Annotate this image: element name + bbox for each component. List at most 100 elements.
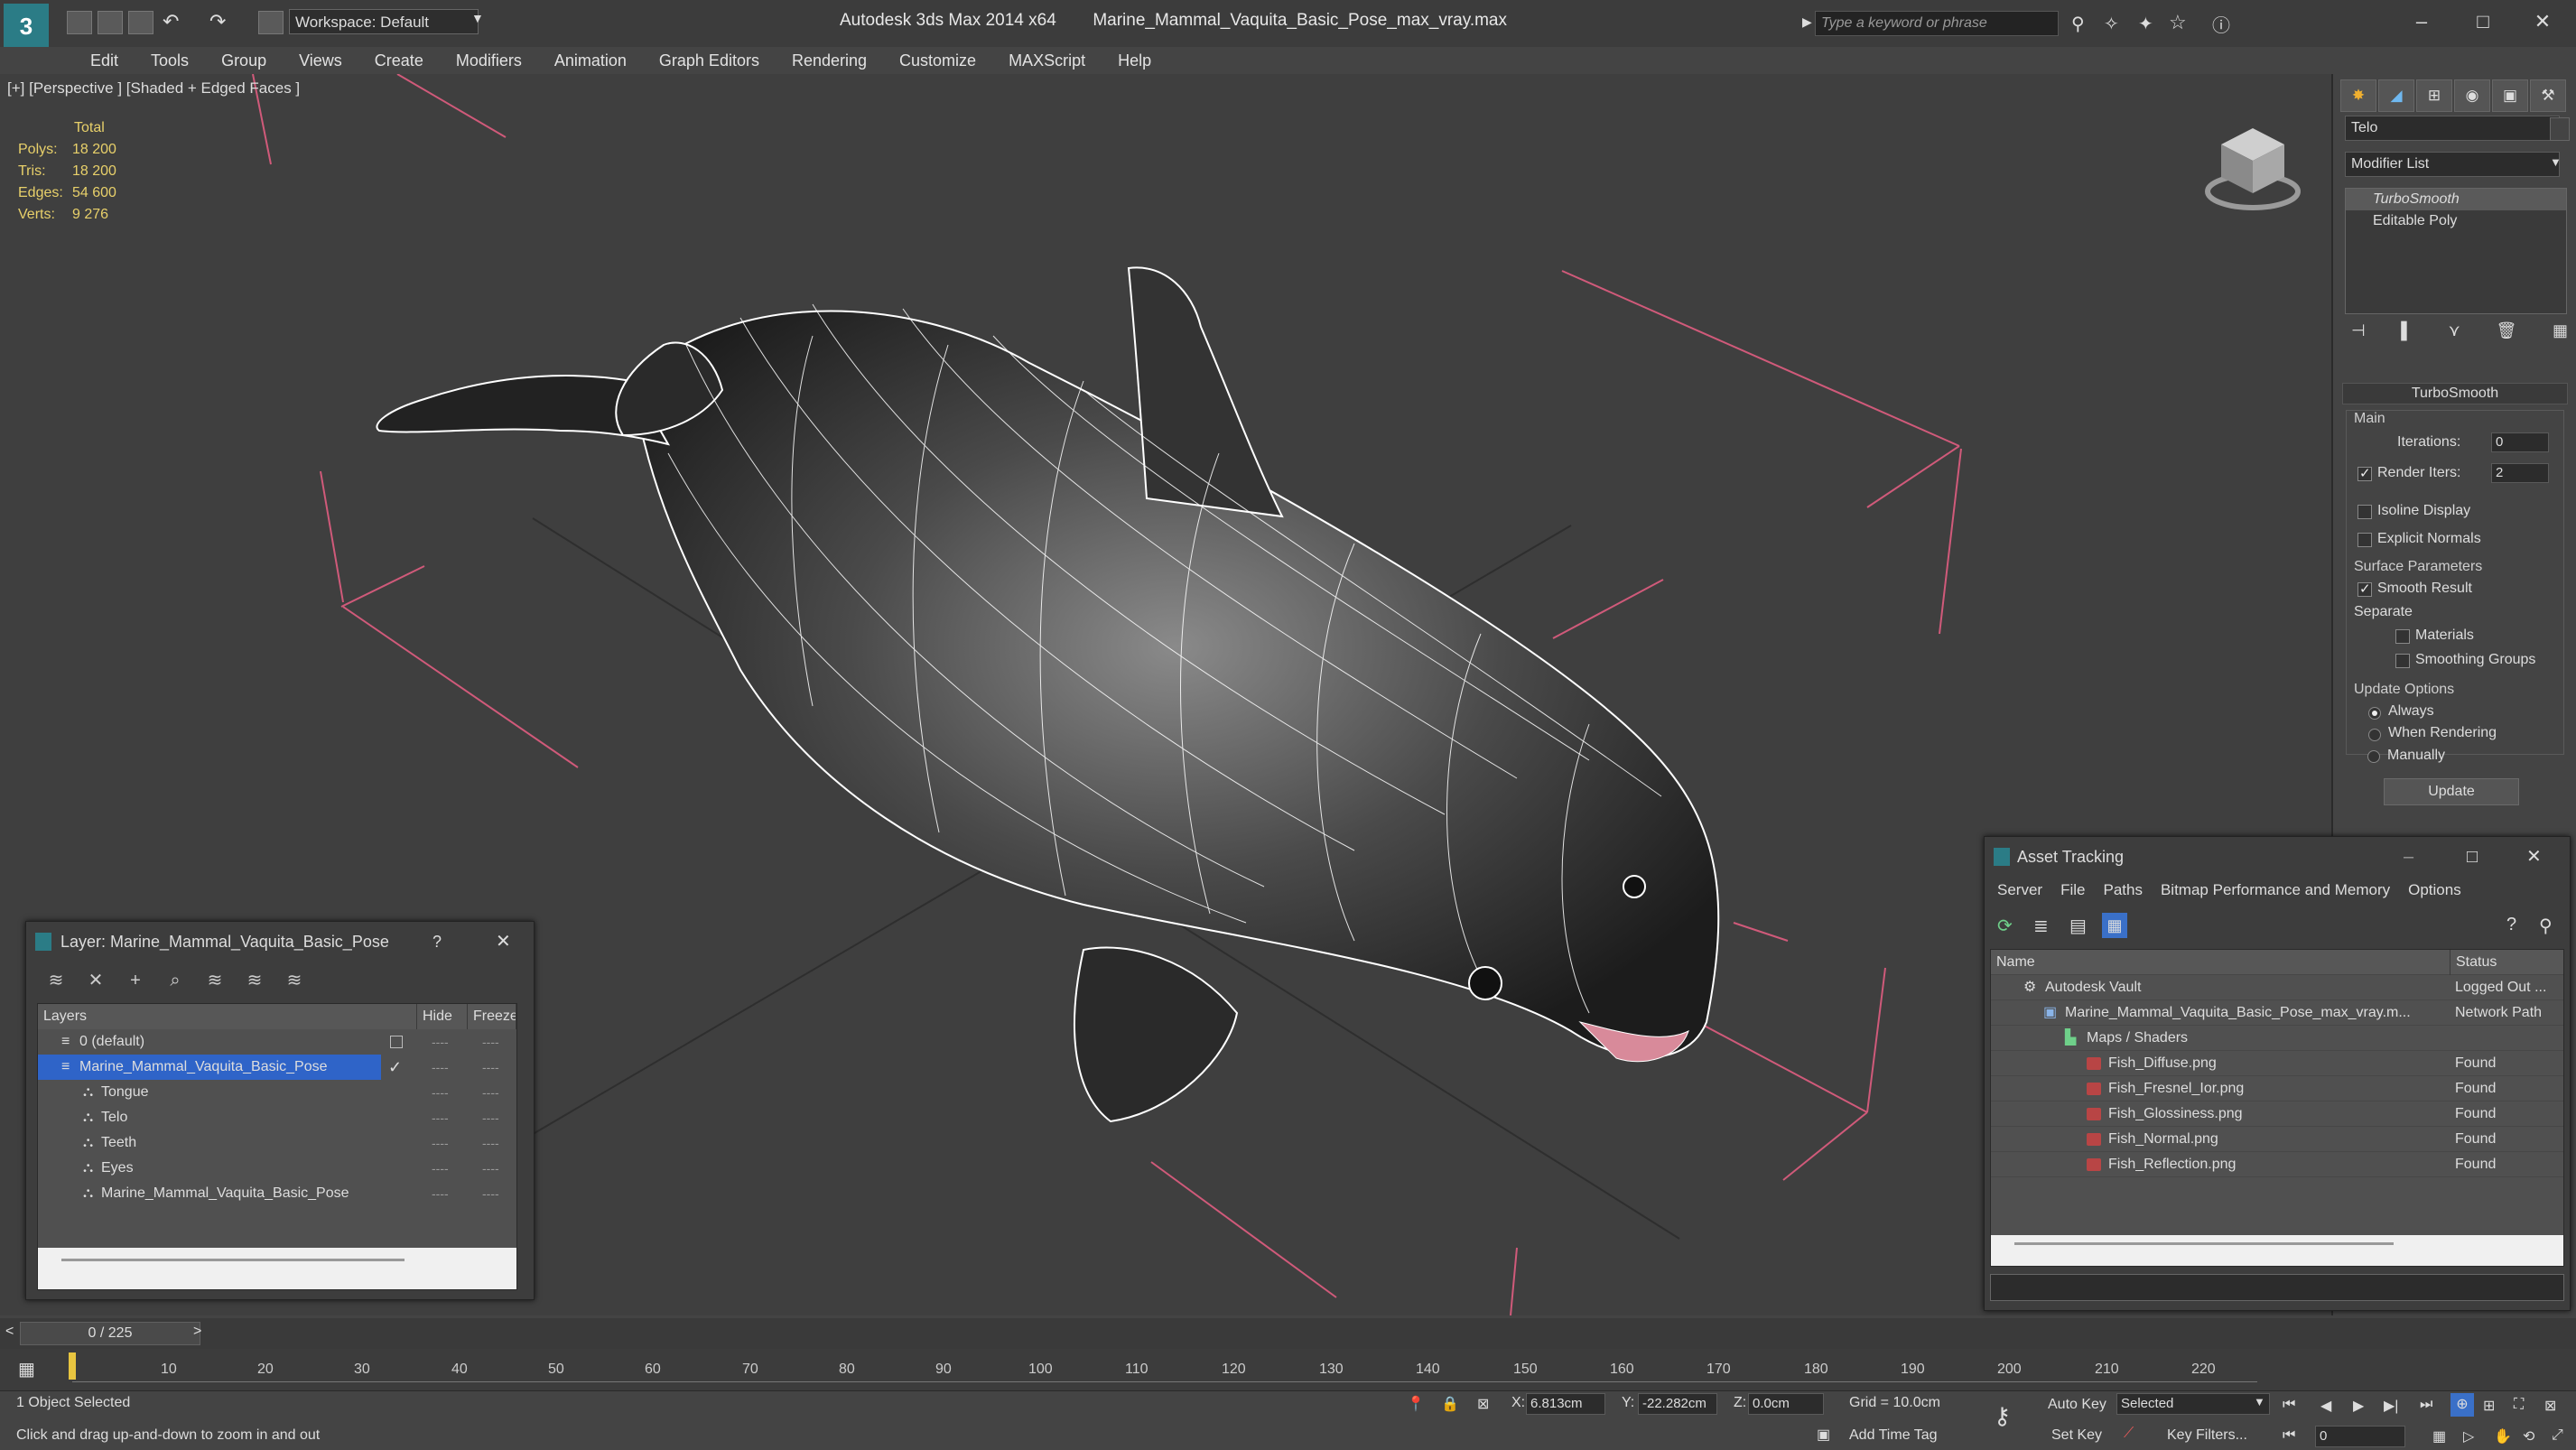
zoom-icon[interactable]: ⊕ bbox=[2450, 1393, 2474, 1417]
hide-toggle[interactable]: ---- bbox=[432, 1029, 449, 1055]
explicit-normals-checkbox[interactable] bbox=[2357, 533, 2372, 547]
current-frame-marker[interactable] bbox=[69, 1352, 76, 1380]
render-iters-checkbox[interactable] bbox=[2357, 465, 2372, 481]
new-file-icon[interactable] bbox=[67, 11, 92, 34]
status-column-header[interactable]: Status bbox=[2450, 950, 2497, 975]
freeze-toggle[interactable]: ---- bbox=[482, 1130, 499, 1156]
key-pen-icon[interactable]: ⟋ bbox=[2124, 1426, 2134, 1442]
search-input[interactable]: Type a keyword or phrase bbox=[1815, 11, 2059, 36]
hierarchy-tab-icon[interactable]: ⊞ bbox=[2416, 79, 2452, 112]
smoothing-groups-checkbox[interactable] bbox=[2395, 654, 2410, 668]
create-layer-icon[interactable]: ≋ bbox=[44, 969, 68, 992]
when-rendering-radio[interactable] bbox=[2368, 729, 2381, 741]
project-folder-icon[interactable] bbox=[258, 11, 284, 34]
workspace-chevron-icon[interactable]: ▼ bbox=[471, 11, 484, 25]
menu-help[interactable]: Help bbox=[1102, 51, 1167, 70]
menu-maxscript[interactable]: MAXScript bbox=[992, 51, 1102, 70]
menu-create[interactable]: Create bbox=[358, 51, 440, 70]
go-to-start-icon[interactable]: ⏮ bbox=[2283, 1397, 2295, 1413]
binoculars-icon[interactable]: ⚲ bbox=[2071, 13, 2085, 35]
hide-toggle[interactable]: ---- bbox=[432, 1156, 449, 1181]
menu-animation[interactable]: Animation bbox=[538, 51, 643, 70]
layer-row[interactable]: ≡ 0 (default) ---- ---- bbox=[38, 1029, 516, 1055]
asset-path-field[interactable] bbox=[1990, 1274, 2564, 1301]
table-row[interactable]: Fish_Diffuse.png Found bbox=[1991, 1051, 2563, 1076]
freeze-toggle[interactable]: ---- bbox=[482, 1029, 499, 1055]
zoom-extents-all-icon[interactable]: ⊠ bbox=[2544, 1397, 2556, 1415]
asset-maximize-icon[interactable]: □ bbox=[2467, 837, 2478, 877]
set-key-mode-icon[interactable]: ⚷ bbox=[1994, 1402, 2011, 1430]
auto-key-button[interactable]: Auto Key bbox=[2048, 1397, 2106, 1413]
isolate-selection-icon[interactable]: 📍 bbox=[1407, 1395, 1425, 1413]
layers-column-header[interactable]: Layers bbox=[38, 1004, 417, 1029]
layer-row[interactable]: ⛬ Telo ---- ---- bbox=[38, 1105, 516, 1130]
display-tab-icon[interactable]: ▣ bbox=[2492, 79, 2528, 112]
pin-stack-icon[interactable]: ⊣ bbox=[2351, 321, 2366, 345]
freeze-column-header[interactable]: Freeze bbox=[468, 1004, 516, 1029]
y-coord-field[interactable]: -22.282cm bbox=[1638, 1393, 1717, 1415]
asset-pin-icon[interactable]: ⚲ bbox=[2539, 915, 2553, 937]
layer-dialog-help-icon[interactable]: ? bbox=[432, 922, 442, 962]
orbit-icon[interactable]: ⟲ bbox=[2523, 1427, 2534, 1445]
isoline-display-checkbox[interactable] bbox=[2357, 505, 2372, 519]
play-icon[interactable]: ▶ bbox=[2353, 1397, 2364, 1415]
table-row[interactable]: Fish_Glossiness.png Found bbox=[1991, 1101, 2563, 1127]
freeze-all-layers-icon[interactable]: ≋ bbox=[283, 969, 306, 992]
layer-row[interactable]: ⛬ Teeth ---- ---- bbox=[38, 1130, 516, 1156]
table-row[interactable]: ▣ Marine_Mammal_Vaquita_Basic_Pose_max_v… bbox=[1991, 1000, 2563, 1026]
undo-icon[interactable]: ↶ bbox=[163, 11, 186, 33]
stack-item-editable-poly[interactable]: Editable Poly bbox=[2346, 210, 2566, 232]
hide-toggle[interactable]: ---- bbox=[432, 1130, 449, 1156]
turbosmooth-rollout-title[interactable]: TurboSmooth bbox=[2342, 383, 2568, 404]
asset-menu-server[interactable]: Server bbox=[1988, 877, 2051, 904]
menu-group[interactable]: Group bbox=[205, 51, 283, 70]
pan-icon[interactable]: ✋ bbox=[2494, 1427, 2512, 1445]
asset-menu-file[interactable]: File bbox=[2051, 877, 2094, 904]
delete-layer-icon[interactable]: ✕ bbox=[84, 969, 107, 992]
freeze-toggle[interactable]: ---- bbox=[482, 1181, 499, 1206]
motion-tab-icon[interactable]: ◉ bbox=[2454, 79, 2490, 112]
table-row[interactable]: ⚙ Autodesk Vault Logged Out ... bbox=[1991, 975, 2563, 1000]
hide-toggle[interactable]: ---- bbox=[432, 1055, 449, 1080]
add-to-layer-icon[interactable]: + bbox=[124, 969, 147, 992]
remove-modifier-icon[interactable]: 🗑 bbox=[2496, 321, 2516, 345]
maximize-icon[interactable]: □ bbox=[2456, 5, 2510, 38]
hide-toggle[interactable]: ---- bbox=[432, 1181, 449, 1206]
hide-all-layers-icon[interactable]: ≋ bbox=[243, 969, 266, 992]
smooth-result-checkbox[interactable] bbox=[2357, 581, 2372, 597]
z-coord-field[interactable]: 0.0cm bbox=[1748, 1393, 1824, 1415]
layer-row[interactable]: ≡ Marine_Mammal_Vaquita_Basic_Pose ✓ ---… bbox=[38, 1055, 516, 1080]
absolute-mode-icon[interactable]: ⊠ bbox=[1477, 1395, 1489, 1413]
favorites-star-icon[interactable]: ☆ bbox=[2169, 11, 2187, 34]
always-radio[interactable] bbox=[2368, 707, 2381, 720]
x-coord-field[interactable]: 6.813cm bbox=[1526, 1393, 1605, 1415]
scrollbar-thumb[interactable] bbox=[2014, 1242, 2394, 1245]
stack-item-turbosmooth[interactable]: TurboSmooth bbox=[2346, 189, 2566, 210]
asset-help-icon[interactable]: ? bbox=[2506, 915, 2516, 935]
app-logo-icon[interactable]: 3 bbox=[4, 4, 49, 49]
search-arrow-icon[interactable]: ▶ bbox=[1802, 14, 1812, 30]
menu-views[interactable]: Views bbox=[283, 51, 358, 70]
asset-table-scrollbar[interactable] bbox=[1991, 1235, 2563, 1266]
layer-dialog-close-icon[interactable]: ✕ bbox=[496, 922, 511, 962]
freeze-toggle[interactable]: ---- bbox=[482, 1080, 499, 1105]
materials-checkbox[interactable] bbox=[2395, 629, 2410, 644]
time-slider-prev-icon[interactable]: < bbox=[5, 1324, 14, 1340]
time-tag-icon[interactable]: ▣ bbox=[1817, 1426, 1830, 1444]
next-frame-icon[interactable]: ▶| bbox=[2384, 1397, 2398, 1415]
time-slider[interactable]: < 0 / 225 > bbox=[0, 1318, 2576, 1349]
create-tab-icon[interactable]: ✸ bbox=[2340, 79, 2376, 112]
refresh-icon[interactable]: ⟳ bbox=[1997, 915, 2013, 937]
communication-icon[interactable]: ✧ bbox=[2104, 13, 2119, 35]
asset-menu-paths[interactable]: Paths bbox=[2094, 877, 2151, 904]
hide-column-header[interactable]: Hide bbox=[417, 1004, 468, 1029]
modify-tab-icon[interactable]: ◢ bbox=[2378, 79, 2414, 112]
freeze-toggle[interactable]: ---- bbox=[482, 1105, 499, 1130]
hide-toggle[interactable]: ---- bbox=[432, 1080, 449, 1105]
manually-radio[interactable] bbox=[2367, 750, 2380, 763]
thumbnail-view-icon[interactable]: ▤ bbox=[2069, 915, 2087, 937]
workspace-dropdown[interactable]: Workspace: Default bbox=[289, 9, 479, 34]
go-to-end-icon[interactable]: ⏭ bbox=[2420, 1397, 2432, 1413]
previous-frame-icon[interactable]: ◀ bbox=[2320, 1397, 2331, 1415]
maximize-viewport-icon[interactable]: ⤢ bbox=[2552, 1427, 2563, 1444]
